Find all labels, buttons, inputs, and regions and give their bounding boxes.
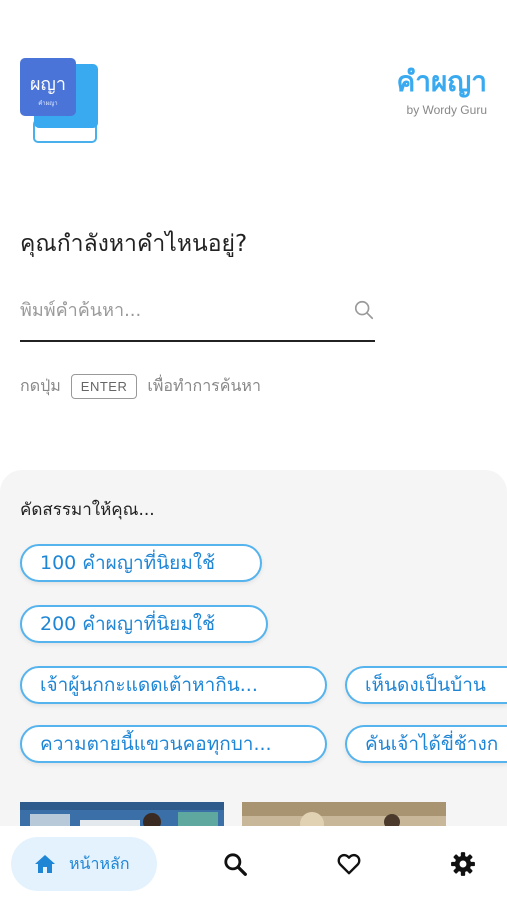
bottom-nav: หน้าหลัก [0,826,507,900]
home-icon [35,855,55,873]
nav-home-button[interactable]: หน้าหลัก [11,837,157,891]
search-icon[interactable] [353,299,375,321]
logo-text: ผญา [30,74,66,95]
search-question: คุณกำลังหาคำไหนอยู่? [20,231,248,257]
chip-200-popular[interactable]: 200 คำผญาที่นิยมใช้ [20,605,268,643]
logo-subtext: คำผญา [38,100,57,107]
gear-icon[interactable] [450,851,476,877]
app-logo: ผญา คำผญา [20,58,100,146]
search-input[interactable] [20,290,340,330]
recommend-title: คัดสรรมาให้คุณ... [20,500,155,520]
app-subtitle: by Wordy Guru [406,103,487,117]
search-field [20,290,375,342]
chip-phrase-4[interactable]: คันเจ้าได้ขี่ช้างก [345,725,507,763]
app-title: คำผญา [396,65,487,98]
chip-100-popular[interactable]: 100 คำผญาที่นิยมใช้ [20,544,262,582]
book-logo-icon: ผญา คำผญา [20,58,98,143]
chip-phrase-1[interactable]: เจ้าผู้นกกะแดดเต้าหากิน... [20,666,327,704]
hint-text-before: กดปุ่ม [20,375,61,395]
enter-key-badge: ENTER [70,373,138,399]
chip-phrase-3[interactable]: ความตายนี้แขวนคอทุกบา... [20,725,327,763]
search-hint: กดปุ่ม ENTER เพื่อทำการค้นหา [20,370,261,402]
heart-icon[interactable] [336,851,362,877]
chip-phrase-2[interactable]: เห็นดงเป็นบ้าน [345,666,507,704]
nav-home-label: หน้าหลัก [69,853,130,873]
search-icon[interactable] [222,851,248,877]
hint-text-after: เพื่อทำการค้นหา [147,375,261,395]
